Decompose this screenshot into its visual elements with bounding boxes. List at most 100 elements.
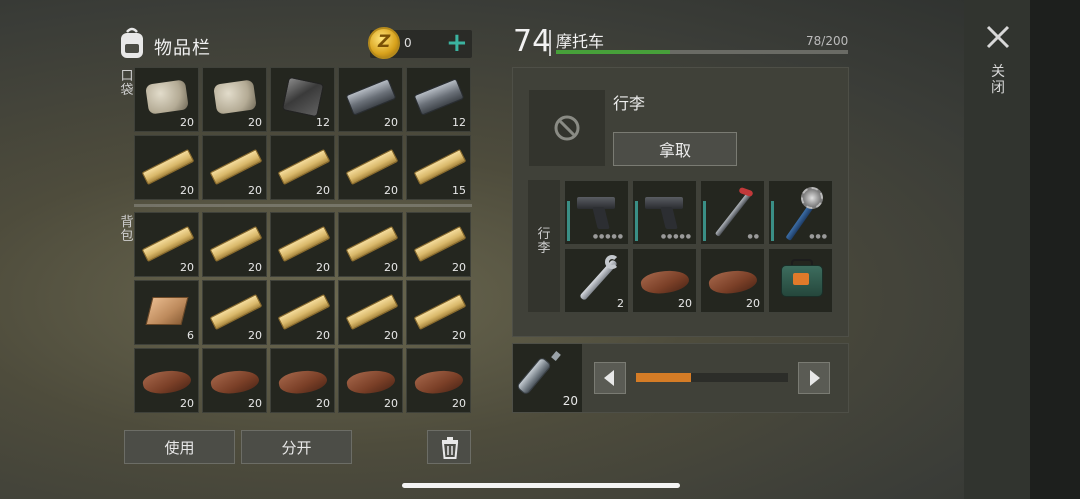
- item-slot[interactable]: 12: [270, 67, 335, 132]
- item-slot[interactable]: ●●: [700, 180, 765, 245]
- item-count: 20: [316, 184, 330, 197]
- item-slot[interactable]: 20: [406, 348, 471, 413]
- item-slot[interactable]: 20: [270, 212, 335, 277]
- item-slot[interactable]: 12: [406, 67, 471, 132]
- item-slot[interactable]: 20: [134, 135, 199, 200]
- item-count: 20: [180, 397, 194, 410]
- wood-plank-icon: [277, 148, 331, 186]
- ammo-dots: ●●●●●: [660, 233, 692, 240]
- item-count: 15: [452, 184, 466, 197]
- arrow-left-icon: [604, 370, 614, 386]
- use-button[interactable]: 使用: [124, 430, 235, 464]
- crowbar-icon: [714, 191, 753, 237]
- iron-ingot-icon: [345, 78, 397, 116]
- backpack-icon: [121, 27, 143, 58]
- item-count: 20: [452, 261, 466, 274]
- durability-bar: [703, 201, 706, 241]
- item-slot[interactable]: 20: [134, 67, 199, 132]
- item-count: 20: [248, 397, 262, 410]
- pistol-grip: [660, 207, 678, 229]
- item-slot[interactable]: 20: [202, 212, 267, 277]
- item-slot[interactable]: ●●●●●: [564, 180, 629, 245]
- fuel-bottle-icon: [515, 356, 553, 396]
- ammo-dots: ●●●: [809, 233, 828, 240]
- item-count: 20: [746, 297, 760, 310]
- vehicle-name: 摩托车: [556, 32, 605, 51]
- saw-blade: [801, 187, 823, 209]
- leather-icon: [707, 266, 759, 298]
- leather-icon: [639, 266, 691, 298]
- item-slot[interactable]: 20: [338, 280, 403, 345]
- vehicle-level: 74: [513, 24, 552, 59]
- stone-icon: [213, 79, 257, 115]
- wood-plank-icon: [141, 148, 195, 186]
- item-slot[interactable]: ●●●●●: [632, 180, 697, 245]
- item-count: 20: [384, 329, 398, 342]
- coin-icon: Z: [368, 27, 400, 59]
- pocket-label: 口袋: [120, 69, 134, 98]
- fuel-increase-button[interactable]: [798, 362, 830, 394]
- item-slot[interactable]: 15: [406, 135, 471, 200]
- inventory-title: 物品栏: [154, 38, 211, 59]
- item-slot[interactable]: 20: [338, 212, 403, 277]
- section-divider: [134, 204, 472, 207]
- item-slot[interactable]: ●●●: [768, 180, 833, 245]
- item-count: 20: [248, 329, 262, 342]
- item-slot[interactable]: 20: [700, 248, 765, 313]
- item-slot[interactable]: 2: [564, 248, 629, 313]
- item-slot[interactable]: 20: [270, 348, 335, 413]
- discard-button[interactable]: [427, 430, 471, 464]
- fuel-decrease-button[interactable]: [594, 362, 626, 394]
- item-slot[interactable]: 20: [202, 67, 267, 132]
- close-button[interactable]: [983, 22, 1013, 52]
- item-count: 20: [316, 329, 330, 342]
- fuel-count: 20: [562, 394, 578, 408]
- wood-plank-icon: [413, 293, 467, 331]
- ammo-dots: ●●: [747, 233, 760, 240]
- close-label[interactable]: 关闭: [990, 64, 1006, 96]
- take-button[interactable]: 拿取: [613, 132, 737, 166]
- item-slot[interactable]: 20: [338, 135, 403, 200]
- item-count: 20: [248, 116, 262, 129]
- log-icon: [145, 297, 189, 325]
- item-slot[interactable]: 20: [202, 135, 267, 200]
- wood-plank-icon: [209, 293, 263, 331]
- luggage-side-label-box: 行李: [528, 180, 560, 312]
- fuel-slot[interactable]: 20: [513, 344, 582, 412]
- luggage-side-label: 行李: [537, 227, 551, 256]
- home-indicator[interactable]: [402, 483, 680, 488]
- item-slot[interactable]: 20: [202, 348, 267, 413]
- metal-scrap-icon: [281, 76, 325, 118]
- item-slot[interactable]: 20: [338, 67, 403, 132]
- luggage-grid: ●●●●● ●●●●● ●● ●●● 2 20 20: [564, 180, 833, 313]
- add-coins-button[interactable]: +: [446, 28, 468, 58]
- item-slot[interactable]: 20: [270, 135, 335, 200]
- item-count: 20: [316, 397, 330, 410]
- item-count: 20: [180, 184, 194, 197]
- item-count: 20: [452, 397, 466, 410]
- fuel-bar[interactable]: [636, 373, 788, 382]
- item-slot[interactable]: 20: [202, 280, 267, 345]
- empty-equip-slot[interactable]: [529, 90, 605, 166]
- arrow-right-icon: [810, 370, 820, 386]
- no-item-icon: [554, 115, 580, 141]
- coin-value: 0: [404, 36, 412, 50]
- split-button[interactable]: 分开: [241, 430, 352, 464]
- item-slot[interactable]: 6: [134, 280, 199, 345]
- item-slot[interactable]: 20: [338, 348, 403, 413]
- item-count: 20: [180, 261, 194, 274]
- item-slot[interactable]: 20: [406, 280, 471, 345]
- item-count: 12: [452, 116, 466, 129]
- item-slot[interactable]: 20: [270, 280, 335, 345]
- item-slot[interactable]: 20: [134, 212, 199, 277]
- item-slot[interactable]: [768, 248, 833, 313]
- fuel-bar-fill: [636, 373, 691, 382]
- item-slot[interactable]: 20: [134, 348, 199, 413]
- item-slot[interactable]: 20: [632, 248, 697, 313]
- ammo-dots: ●●●●●: [592, 233, 624, 240]
- leather-icon: [141, 366, 193, 398]
- inventory-header: 物品栏 Z 0 +: [118, 26, 472, 66]
- item-count: 20: [248, 261, 262, 274]
- item-slot[interactable]: 20: [406, 212, 471, 277]
- bottle-cap: [551, 351, 561, 361]
